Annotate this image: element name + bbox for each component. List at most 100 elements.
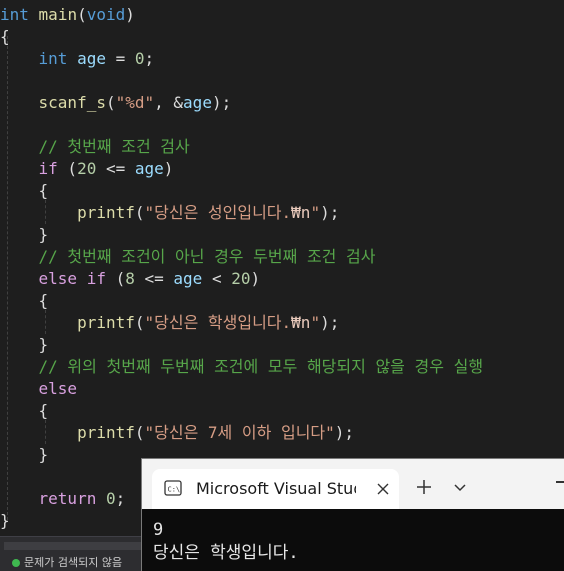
status-bar: 문제가 검색되지 않음: [0, 555, 150, 571]
code-token: "%d": [115, 93, 155, 112]
code-line[interactable]: printf("당신은 학생입니다.₩n");: [0, 312, 339, 334]
code-token: ): [250, 269, 261, 288]
code-token: ₩n: [291, 203, 311, 222]
code-token: age: [77, 49, 106, 68]
code-token: (: [77, 5, 87, 24]
code-token: age: [183, 93, 212, 112]
code-token: "당신은 학생입니다.: [144, 313, 292, 332]
code-token: // 위의 첫번째 두번째 조건에 모두 해당되지 않을 경우 실행: [38, 357, 484, 376]
code-token: 8: [125, 269, 135, 288]
code-line[interactable]: // 위의 첫번째 두번째 조건에 모두 해당되지 않을 경우 실행: [0, 356, 484, 378]
horizontal-scrollbar[interactable]: [0, 536, 150, 555]
output-line: 9: [153, 520, 164, 540]
code-token: int: [38, 49, 68, 68]
code-token: }: [0, 511, 10, 530]
code-token: if: [38, 159, 58, 178]
code-line[interactable]: else: [0, 378, 78, 400]
code-token: ₩n: [291, 313, 311, 332]
code-token: "당신은 성인입니다.: [144, 203, 292, 222]
code-token: {: [0, 27, 10, 46]
code-token: {: [0, 291, 49, 310]
code-token: 0: [105, 489, 116, 508]
code-token: ;: [115, 489, 126, 508]
code-token: (: [134, 423, 145, 442]
code-token: ": [310, 203, 321, 222]
code-line[interactable]: {: [0, 26, 10, 48]
chevron-down-icon[interactable]: [451, 478, 469, 496]
code-line[interactable]: {: [0, 180, 49, 202]
console-icon: C:\: [164, 480, 182, 496]
code-token: ): [163, 159, 174, 178]
code-token: (: [105, 269, 126, 288]
code-line[interactable]: }: [0, 510, 10, 532]
code-token: 0: [134, 49, 145, 68]
code-token: void: [86, 5, 126, 24]
code-line[interactable]: {: [0, 290, 49, 312]
code-token: );: [334, 423, 355, 442]
code-token: 20: [231, 269, 251, 288]
terminal-tab-title: Microsoft Visual Studio Debug Console: [196, 479, 356, 498]
code-token: (: [105, 93, 116, 112]
code-token: =: [105, 49, 135, 68]
code-token: return: [38, 489, 97, 508]
status-ok-icon: [12, 559, 20, 567]
code-token: scanf_s: [38, 93, 106, 112]
scrollbar-thumb[interactable]: [4, 542, 142, 550]
code-token: , &: [154, 93, 184, 112]
code-line[interactable]: }: [0, 224, 49, 246]
code-token: ): [125, 5, 135, 24]
terminal-tab[interactable]: C:\ Microsoft Visual Studio Debug Consol…: [152, 469, 399, 509]
close-icon[interactable]: [372, 478, 394, 500]
code-line[interactable]: printf("당신은 성인입니다.₩n");: [0, 202, 339, 224]
code-token: {: [0, 181, 49, 200]
code-token: <: [202, 269, 232, 288]
code-line[interactable]: }: [0, 444, 49, 466]
code-token: int: [0, 5, 29, 24]
code-token: else if: [38, 269, 106, 288]
code-token: ;: [144, 49, 155, 68]
code-line[interactable]: }: [0, 334, 49, 356]
code-token: ": [310, 313, 321, 332]
code-line[interactable]: else if (8 <= age < 20): [0, 268, 261, 290]
code-token: age: [134, 159, 164, 178]
code-token: printf: [77, 313, 135, 332]
code-token: }: [0, 335, 49, 354]
code-line[interactable]: int main(void): [0, 4, 135, 26]
new-tab-icon[interactable]: [413, 476, 435, 498]
code-token: );: [320, 313, 340, 332]
status-text: 문제가 검색되지 않음: [24, 556, 123, 569]
code-token: main: [38, 5, 78, 24]
code-token: age: [173, 269, 203, 288]
code-token: (: [134, 313, 145, 332]
code-token: // 첫번째 조건 검사: [38, 137, 190, 156]
code-token: else: [38, 379, 78, 398]
svg-text:C:\: C:\: [168, 486, 181, 494]
code-line[interactable]: scanf_s("%d", &age);: [0, 92, 232, 114]
code-token: <=: [96, 159, 135, 178]
code-line[interactable]: printf("당신은 7세 이하 입니다");: [0, 422, 354, 444]
code-line[interactable]: return 0;: [0, 488, 126, 510]
code-line[interactable]: if (20 <= age): [0, 158, 174, 180]
code-line[interactable]: // 첫번째 조건이 아닌 경우 두번째 조건 검사: [0, 246, 376, 268]
code-token: printf: [77, 423, 135, 442]
code-token: printf: [77, 203, 135, 222]
code-line[interactable]: int age = 0;: [0, 48, 155, 70]
code-token: {: [0, 401, 49, 420]
code-token: }: [0, 225, 49, 244]
terminal-tab-bar: C:\ Microsoft Visual Studio Debug Consol…: [142, 459, 564, 509]
code-line[interactable]: // 첫번째 조건 검사: [0, 136, 190, 158]
code-token: (: [134, 203, 145, 222]
code-line[interactable]: {: [0, 400, 49, 422]
minimize-icon[interactable]: [556, 481, 564, 483]
debug-console-window[interactable]: C:\ Microsoft Visual Studio Debug Consol…: [141, 458, 564, 571]
